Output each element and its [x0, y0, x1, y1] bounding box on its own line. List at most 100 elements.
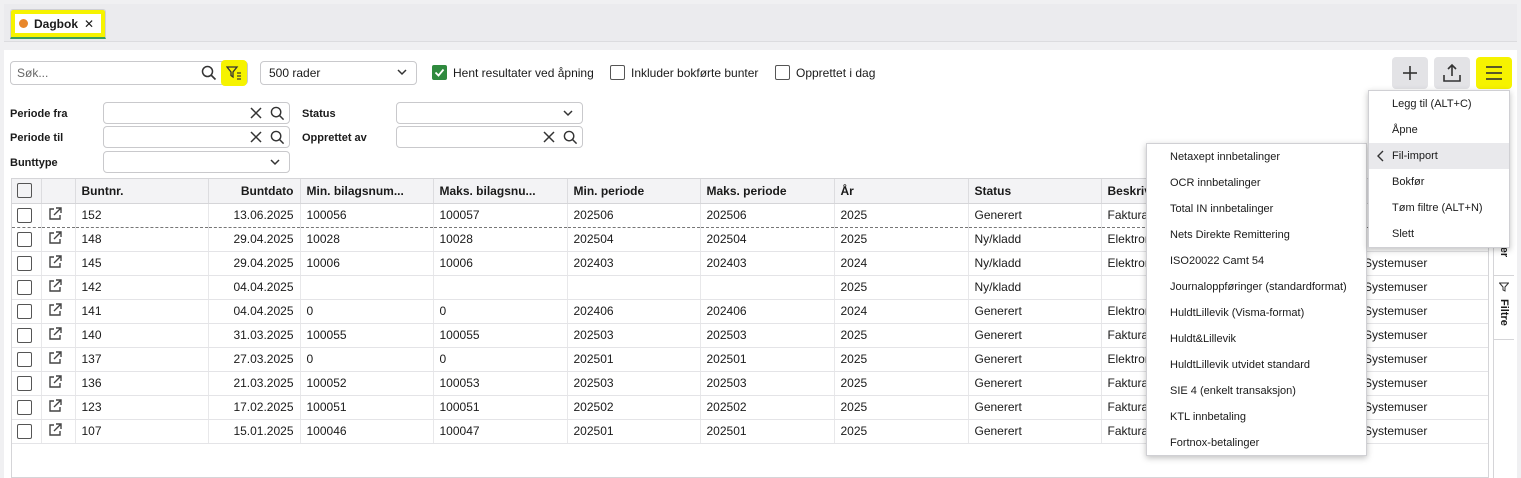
open-external-icon[interactable] [41, 347, 76, 372]
action-menu-item[interactable]: Slett [1369, 221, 1509, 247]
table-cell: 202503 [700, 323, 835, 348]
import-menu-item[interactable]: Netaxept innbetalinger [1147, 144, 1366, 170]
action-menu-item[interactable]: Legg til (ALT+C) [1369, 91, 1509, 117]
checkbox-icon[interactable] [775, 65, 790, 80]
table-cell: 2025 [834, 371, 969, 396]
column-header[interactable]: Buntnr. [75, 179, 209, 204]
table-cell: 142 [75, 275, 209, 300]
row-checkbox[interactable] [12, 395, 42, 420]
table-cell: 202506 [700, 202, 835, 228]
plus-icon [1403, 66, 1417, 80]
rows-select[interactable]: 500 rader [260, 61, 417, 85]
side-tab-filters[interactable]: Filtre [1494, 276, 1514, 340]
checkbox-icon[interactable] [610, 65, 625, 80]
include-posted-checkbox[interactable]: Inkluder bokførte bunter [610, 65, 758, 80]
table-cell: 0 [300, 299, 434, 324]
action-menu-item[interactable]: Fil-import [1369, 143, 1509, 169]
open-external-icon[interactable] [41, 275, 76, 300]
import-menu-item[interactable]: ISO20022 Camt 54 [1147, 248, 1366, 274]
import-menu-item[interactable]: SIE 4 (enkelt transaksjon) [1147, 378, 1366, 404]
open-external-icon[interactable] [41, 202, 76, 228]
import-menu-item[interactable]: OCR innbetalinger [1147, 170, 1366, 196]
search-icon[interactable] [201, 65, 217, 84]
column-header[interactable]: År [834, 179, 969, 204]
row-checkbox[interactable] [12, 347, 42, 372]
select-all-checkbox[interactable] [12, 179, 42, 204]
table-cell: 100051 [300, 395, 434, 420]
open-external-icon[interactable] [41, 419, 76, 444]
import-menu-item[interactable]: Total IN innbetalinger [1147, 196, 1366, 222]
table-cell: 145 [75, 251, 209, 276]
column-header[interactable]: Min. periode [567, 179, 701, 204]
table-cell: 136 [75, 371, 209, 396]
created-today-checkbox[interactable]: Opprettet i dag [775, 65, 875, 80]
import-menu-item[interactable]: Journaloppføringer (standardformat) [1147, 274, 1366, 300]
table-cell: 10006 [433, 251, 568, 276]
add-button[interactable] [1392, 57, 1428, 89]
status-select[interactable] [396, 102, 583, 124]
import-menu-item[interactable]: Nets Direkte Remittering [1147, 222, 1366, 248]
table-cell: Systemuser [1364, 424, 1428, 438]
import-menu-item[interactable]: HuldtLillevik (Visma-format) [1147, 300, 1366, 326]
checkbox-label: Hent resultater ved åpning [453, 65, 594, 80]
row-checkbox[interactable] [12, 275, 42, 300]
open-external-icon[interactable] [41, 251, 76, 276]
search-box [10, 60, 248, 86]
open-external-icon[interactable] [41, 395, 76, 420]
clear-icon[interactable] [249, 106, 263, 123]
upload-icon [1443, 63, 1461, 82]
checkbox-checked-icon[interactable] [432, 65, 447, 80]
row-checkbox[interactable] [12, 202, 42, 228]
import-menu-item[interactable]: KTL innbetaling [1147, 404, 1366, 430]
search-icon[interactable] [270, 130, 285, 148]
bunttype-label: Bunttype [10, 157, 58, 169]
tab-dagbok[interactable]: Dagbok ✕ [10, 9, 106, 39]
row-checkbox[interactable] [12, 419, 42, 444]
clear-icon[interactable] [542, 130, 556, 147]
table-cell: 123 [75, 395, 209, 420]
row-checkbox[interactable] [12, 227, 42, 252]
import-menu-item[interactable]: Fortnox-betalinger [1147, 430, 1366, 456]
side-tab-filters-label: Filtre [1498, 299, 1510, 326]
table-cell: 10028 [300, 227, 434, 252]
periode-til-field[interactable] [103, 126, 290, 148]
opprettet-av-field[interactable] [396, 126, 583, 148]
filter-icon[interactable] [221, 60, 247, 86]
column-header[interactable]: Maks. periode [700, 179, 835, 204]
open-external-icon[interactable] [41, 371, 76, 396]
bunttype-select[interactable] [103, 151, 290, 173]
action-menu-item[interactable]: Åpne [1369, 117, 1509, 143]
column-header[interactable]: Buntdato [208, 179, 301, 204]
search-icon[interactable] [563, 130, 578, 148]
row-checkbox[interactable] [12, 371, 42, 396]
column-header[interactable]: Min. bilagsnum... [300, 179, 434, 204]
menu-button[interactable] [1476, 57, 1512, 89]
periode-fra-field[interactable] [103, 102, 290, 124]
table-cell: 100055 [433, 323, 568, 348]
search-icon[interactable] [270, 106, 285, 124]
open-external-icon[interactable] [41, 227, 76, 252]
action-menu-item-label: Legg til (ALT+C) [1392, 98, 1472, 110]
close-icon[interactable]: ✕ [84, 17, 94, 31]
open-external-icon[interactable] [41, 323, 76, 348]
action-menu-item[interactable]: Bokfør [1369, 169, 1509, 195]
import-menu-item[interactable]: Huldt&Lillevik [1147, 326, 1366, 352]
clear-icon[interactable] [249, 130, 263, 147]
table-cell: 100056 [300, 202, 434, 228]
column-header[interactable]: Maks. bilagsnu... [433, 179, 568, 204]
row-checkbox[interactable] [12, 299, 42, 324]
export-button[interactable] [1434, 57, 1470, 89]
table-cell: 0 [300, 347, 434, 372]
import-menu-item[interactable]: HuldtLillevik utvidet standard [1147, 352, 1366, 378]
open-external-icon[interactable] [41, 299, 76, 324]
row-checkbox[interactable] [12, 251, 42, 276]
search-input[interactable] [17, 63, 197, 83]
chevron-down-icon [396, 66, 408, 81]
action-menu-item[interactable]: Tøm filtre (ALT+N) [1369, 195, 1509, 221]
table-cell: 100047 [433, 419, 568, 444]
row-checkbox[interactable] [12, 323, 42, 348]
status-dot-icon [19, 19, 28, 28]
table-cell: 04.04.2025 [208, 275, 301, 300]
column-header[interactable]: Status [968, 179, 1102, 204]
fetch-on-open-checkbox[interactable]: Hent resultater ved åpning [432, 65, 594, 80]
